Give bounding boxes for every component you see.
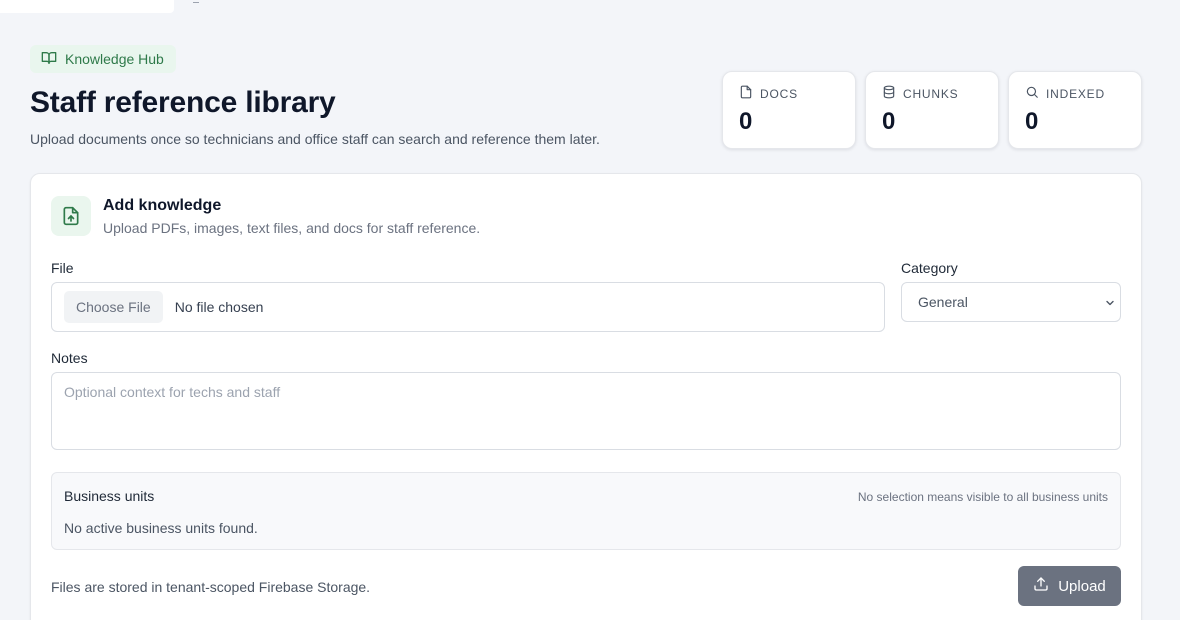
stat-card-docs: DOCS 0 xyxy=(722,71,856,149)
card-title: Add knowledge xyxy=(103,197,222,214)
upload-icon xyxy=(1033,576,1049,596)
stat-value: 0 xyxy=(739,108,753,135)
card-subtitle: Upload PDFs, images, text files, and doc… xyxy=(103,220,481,236)
stat-card-indexed: INDEXED 0 xyxy=(1008,71,1142,149)
business-units-title: Business units xyxy=(64,488,155,504)
file-upload-icon xyxy=(51,196,91,236)
stat-label: INDEXED xyxy=(1046,86,1105,101)
add-knowledge-card: Add knowledge Upload PDFs, images, text … xyxy=(30,173,1142,620)
search-icon xyxy=(1025,85,1039,102)
upload-label: Upload xyxy=(1058,577,1106,595)
page-subtitle: Upload documents once so technicians and… xyxy=(30,131,600,147)
badge-label: Knowledge Hub xyxy=(65,51,164,67)
category-value: General xyxy=(918,294,968,310)
database-icon xyxy=(882,85,896,102)
stat-value: 0 xyxy=(1025,108,1039,135)
category-select[interactable]: General xyxy=(901,282,1121,322)
business-units-empty: No active business units found. xyxy=(64,520,258,536)
top-tab-strip xyxy=(0,0,1180,14)
stat-card-chunks: CHUNKS 0 xyxy=(865,71,999,149)
file-icon xyxy=(739,85,753,102)
chevron-down-icon xyxy=(1104,296,1116,308)
notes-textarea[interactable]: Optional context for techs and staff xyxy=(51,372,1121,450)
business-units-hint: No selection means visible to all busine… xyxy=(857,490,1108,504)
business-units-panel: Business units No selection means visibl… xyxy=(51,472,1121,550)
tab-active[interactable] xyxy=(0,0,174,13)
knowledge-hub-badge: Knowledge Hub xyxy=(30,45,176,73)
tab-inactive[interactable] xyxy=(193,0,199,3)
storage-footnote: Files are stored in tenant-scoped Fireba… xyxy=(51,579,371,595)
page-title: Staff reference library xyxy=(30,86,336,119)
file-label: File xyxy=(51,260,74,276)
notes-label: Notes xyxy=(51,350,88,366)
file-input[interactable]: Choose File No file chosen xyxy=(51,282,885,332)
file-status: No file chosen xyxy=(174,299,264,315)
choose-file-button[interactable]: Choose File xyxy=(64,291,163,323)
stat-value: 0 xyxy=(882,108,896,135)
stat-label: CHUNKS xyxy=(903,86,959,101)
stat-label: DOCS xyxy=(760,86,798,101)
book-open-icon xyxy=(41,50,57,69)
category-label: Category xyxy=(901,260,958,276)
upload-button[interactable]: Upload xyxy=(1018,566,1121,606)
